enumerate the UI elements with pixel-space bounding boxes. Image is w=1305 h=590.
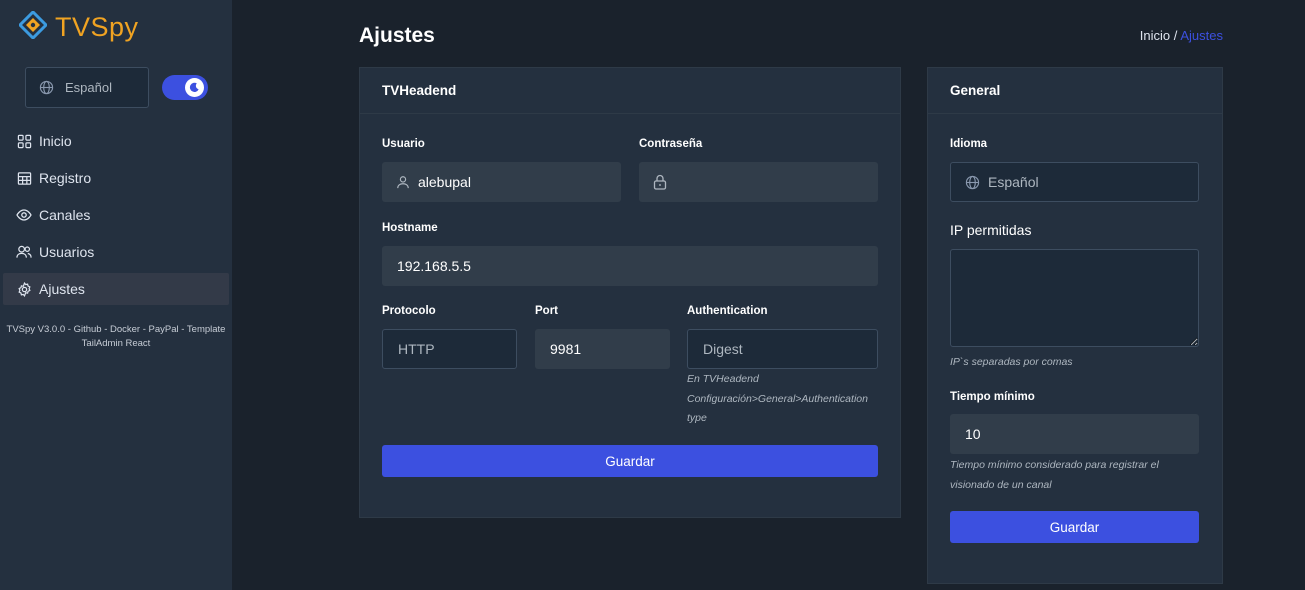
- port-label: Port: [535, 305, 558, 317]
- moon-icon: [185, 78, 204, 97]
- min-time-label: Tiempo mínimo: [950, 391, 1035, 403]
- gear-icon: [16, 281, 32, 297]
- ips-textarea[interactable]: [950, 249, 1199, 347]
- sidebar-item-label: Inicio: [39, 133, 72, 149]
- tvheadend-card: TVHeadend Usuario alebupal Contraseña Ho…: [359, 67, 901, 518]
- sidebar-item-label: Registro: [39, 170, 92, 186]
- globe-icon: [39, 80, 54, 95]
- dark-mode-toggle[interactable]: [162, 75, 208, 100]
- user-value: alebupal: [418, 174, 471, 190]
- auth-select[interactable]: Digest: [687, 329, 878, 369]
- breadcrumb-home[interactable]: Inicio /: [1140, 28, 1178, 43]
- sidebar-footer: TVSpy V3.0.0 - Github - Docker - PayPal …: [0, 323, 232, 351]
- general-save-button[interactable]: Guardar: [950, 511, 1199, 543]
- sidebar-item-usuarios[interactable]: Usuarios: [3, 236, 229, 268]
- sidebar-nav: Inicio Registro Canales Usuarios Ajustes: [3, 125, 229, 310]
- ips-hint: IP`s separadas por comas: [950, 356, 1073, 368]
- table-icon: [16, 170, 32, 186]
- min-time-value: 10: [965, 426, 981, 442]
- sidebar-item-label: Ajustes: [39, 281, 85, 297]
- page-title: Ajustes: [359, 24, 435, 47]
- auth-hint: En TVHeadend Configuración>General>Authe…: [687, 370, 887, 429]
- general-language-value: Español: [988, 174, 1039, 190]
- tvheadend-save-button[interactable]: Guardar: [382, 445, 878, 477]
- tvspy-logo-icon: [17, 9, 49, 44]
- sidebar-item-canales[interactable]: Canales: [3, 199, 229, 231]
- eye-icon: [16, 207, 32, 223]
- app-name: TVSpy: [55, 12, 139, 42]
- breadcrumb: Inicio / Ajustes: [1140, 28, 1223, 43]
- sidebar-item-ajustes[interactable]: Ajustes: [3, 273, 229, 305]
- min-time-hint-line: visionado de un canal: [950, 478, 1052, 491]
- ips-label: IP permitidas: [950, 222, 1032, 238]
- grid-icon: [16, 133, 32, 149]
- language-label: Idioma: [950, 138, 988, 150]
- card-title: TVHeadend: [360, 68, 900, 114]
- hostname-label: Hostname: [382, 222, 438, 234]
- breadcrumb-current: Ajustes: [1180, 28, 1223, 43]
- password-field[interactable]: [639, 162, 878, 202]
- auth-hint-line: Configuración>General>Authentication: [687, 392, 868, 405]
- min-time-field[interactable]: 10: [950, 414, 1199, 454]
- min-time-hint: Tiempo mínimo considerado para registrar…: [950, 456, 1210, 495]
- password-label: Contraseña: [639, 138, 703, 150]
- port-field[interactable]: 9981: [535, 329, 670, 369]
- port-value: 9981: [550, 341, 582, 357]
- sidebar-item-label: Canales: [39, 207, 91, 223]
- user-field[interactable]: alebupal: [382, 162, 621, 202]
- auth-value: Digest: [703, 341, 743, 357]
- protocol-select[interactable]: HTTP: [382, 329, 517, 369]
- hostname-value: 192.168.5.5: [397, 258, 471, 274]
- sidebar-item-label: Usuarios: [39, 244, 95, 260]
- auth-label: Authentication: [687, 305, 768, 317]
- language-select[interactable]: Español: [25, 67, 149, 108]
- language-value: Español: [65, 80, 112, 95]
- min-time-hint-line: Tiempo mínimo considerado para registrar…: [950, 459, 1159, 471]
- user-label: Usuario: [382, 138, 425, 150]
- users-icon: [16, 244, 32, 260]
- protocol-value: HTTP: [398, 341, 435, 357]
- general-language-select[interactable]: Español: [950, 162, 1199, 202]
- logo[interactable]: TVSpy: [17, 9, 139, 44]
- auth-hint-line: type: [687, 412, 707, 424]
- footer-template[interactable]: TailAdmin React: [4, 337, 228, 351]
- hostname-field[interactable]: 192.168.5.5: [382, 246, 878, 286]
- globe-icon: [965, 175, 980, 190]
- auth-hint-line: En TVHeadend: [687, 373, 759, 385]
- footer-links[interactable]: TVSpy V3.0.0 - Github - Docker - PayPal …: [4, 323, 228, 337]
- protocol-label: Protocolo: [382, 305, 436, 317]
- sidebar: TVSpy Español Inicio Registro Canales Us…: [0, 0, 232, 590]
- lock-icon: [653, 174, 667, 190]
- user-icon: [396, 175, 410, 189]
- sidebar-item-inicio[interactable]: Inicio: [3, 125, 229, 157]
- sidebar-item-registro[interactable]: Registro: [3, 162, 229, 194]
- card-title: General: [928, 68, 1222, 114]
- general-card: General Idioma Español IP permitidas IP`…: [927, 67, 1223, 584]
